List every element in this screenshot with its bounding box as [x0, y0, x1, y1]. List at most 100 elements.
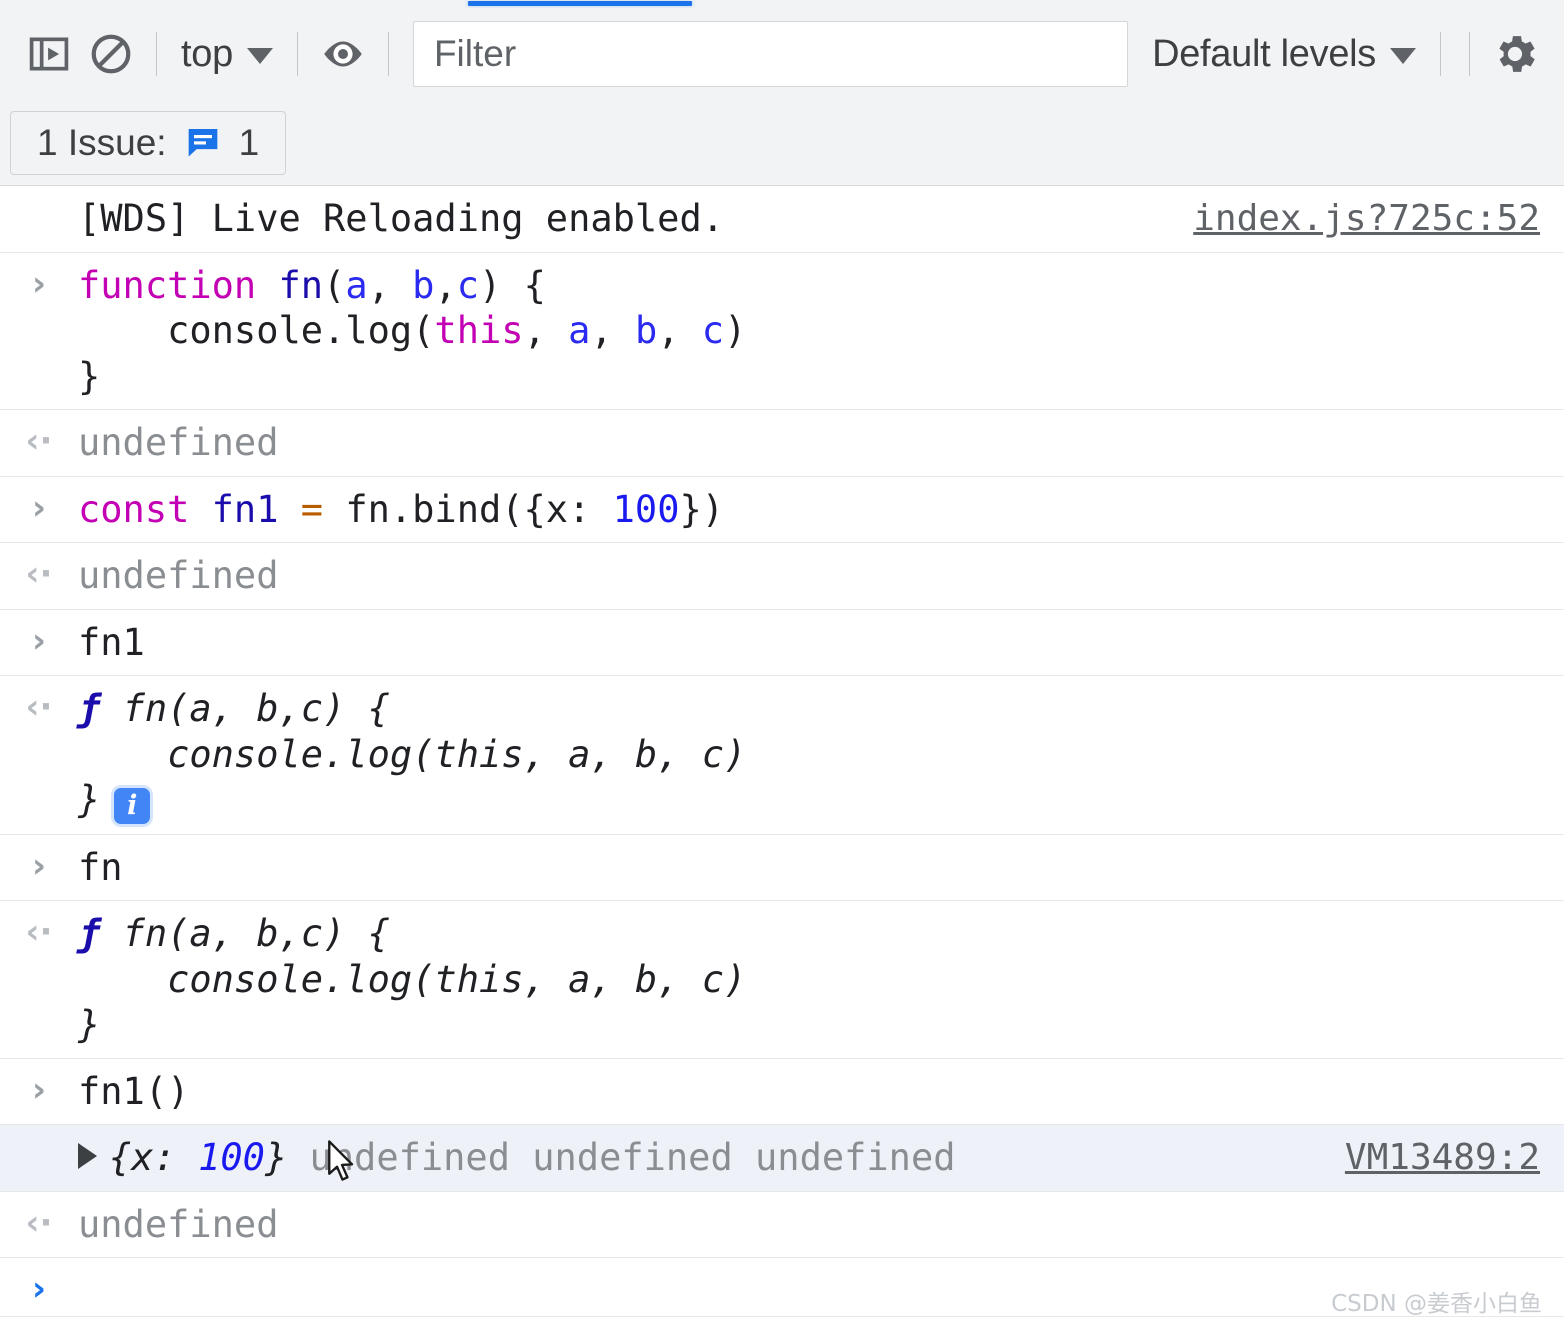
- console-toolbar: top Default levels: [0, 8, 1564, 100]
- console-row[interactable]: › const fn1 = fn.bind({x: 100}): [0, 477, 1564, 543]
- code-token: const: [78, 487, 212, 531]
- sidebar-panel-icon[interactable]: [18, 23, 80, 85]
- code-token: fn(a, b,c) {: [122, 687, 390, 730]
- code-token: undefined: [78, 421, 279, 464]
- code-token: 100: [612, 487, 680, 531]
- console-row-gutter: ›: [0, 620, 78, 658]
- console-row-content: undefined: [78, 553, 1564, 599]
- chevron-down-icon: [1390, 48, 1416, 64]
- code-token: }: [78, 1003, 101, 1047]
- console-row-content: function fn(a, b,c) { console.log(this, …: [78, 263, 1564, 400]
- filter-input[interactable]: [412, 21, 1129, 87]
- console-row-content: fn1: [78, 620, 1564, 666]
- console-row[interactable]: {x: 100} undefined undefined undefined VM…: [0, 1125, 1564, 1192]
- function-glyph-icon: ƒ: [78, 912, 123, 956]
- console-row[interactable]: [WDS] Live Reloading enabled. index.js?72…: [0, 186, 1564, 253]
- code-token: c: [456, 263, 480, 307]
- clear-console-icon-svg: [91, 34, 131, 74]
- code-token: console.log(: [78, 309, 435, 352]
- console-row[interactable]: ‹· ƒ fn(a, b,c) { console.log(this, a, b,…: [0, 676, 1564, 835]
- code-token: console.log(this, a, b, c): [78, 957, 747, 1001]
- input-arrow-icon: ›: [31, 263, 46, 304]
- gear-icon[interactable]: [1484, 23, 1546, 85]
- console-row[interactable]: ‹· ƒ fn(a, b,c) { console.log(this, a, b,…: [0, 901, 1564, 1059]
- output-arrow-icon: ‹·: [25, 421, 53, 461]
- code-token: =: [300, 487, 324, 531]
- log-levels-label: Default levels: [1152, 32, 1376, 75]
- output-arrow-icon: ‹·: [25, 1202, 53, 1243]
- issues-prefix-label: 1 Issue:: [37, 121, 167, 163]
- code-token: }: [78, 354, 101, 398]
- console-row-gutter: ›: [0, 487, 78, 525]
- code-token: ): [724, 309, 747, 352]
- code-token: function: [78, 263, 279, 307]
- code-token: ,: [523, 309, 569, 352]
- code-token: a: [345, 263, 368, 307]
- code-token: }: [78, 778, 101, 821]
- console-row-content: ƒ fn(a, b,c) { console.log(this, a, b, c…: [78, 686, 1564, 824]
- console-row-gutter: [0, 196, 78, 200]
- console-row-content: fn: [78, 845, 1564, 891]
- console-row[interactable]: ›: [0, 1258, 1564, 1318]
- console-row-gutter: ‹·: [0, 686, 78, 724]
- gear-icon-svg: [1499, 36, 1535, 72]
- toolbar-divider: [156, 32, 157, 76]
- console-row[interactable]: ‹· undefined: [0, 1192, 1564, 1259]
- toolbar-divider: [1440, 32, 1441, 76]
- console-row-content: undefined: [78, 1202, 1564, 1248]
- code-token: undefined: [78, 554, 279, 597]
- console-row[interactable]: › fn: [0, 835, 1564, 902]
- console-row[interactable]: ‹· undefined: [0, 543, 1564, 610]
- code-token: b: [412, 263, 435, 307]
- eye-icon[interactable]: [312, 23, 374, 85]
- console-row-gutter: ›: [0, 1268, 78, 1306]
- source-location-link[interactable]: index.js?725c:52: [1193, 198, 1540, 239]
- code-token: fn1(): [78, 1069, 190, 1113]
- code-token: this: [434, 309, 524, 352]
- code-token: 100: [198, 1136, 265, 1180]
- issue-speech-bubble-icon-svg: [188, 128, 217, 156]
- code-token: fn.bind({x:: [323, 487, 613, 531]
- toolbar-divider: [296, 32, 298, 76]
- console-row-content: {x: 100} undefined undefined undefined: [78, 1135, 1564, 1181]
- console-output[interactable]: [WDS] Live Reloading enabled. index.js?72…: [0, 186, 1564, 1332]
- console-row-content: const fn1 = fn.bind({x: 100}): [78, 487, 1564, 533]
- console-row[interactable]: › function fn(a, b,c) { console.log(this,…: [0, 253, 1564, 410]
- disclosure-triangle-icon[interactable]: [78, 1143, 97, 1170]
- console-row-content: undefined: [78, 420, 1564, 466]
- code-token: c: [701, 309, 725, 352]
- source-location-link[interactable]: VM13489:2: [1345, 1137, 1540, 1178]
- console-row-content: ƒ fn(a, b,c) { console.log(this, a, b, c…: [78, 911, 1564, 1048]
- active-tab-indicator: [468, 1, 692, 6]
- code-token: fn(a, b,c) {: [122, 912, 390, 956]
- info-badge-icon[interactable]: i: [114, 787, 151, 824]
- eye-icon-svg: [324, 41, 362, 67]
- output-arrow-icon: ‹·: [25, 687, 53, 727]
- code-token: console.log(this, a, b, c): [78, 732, 747, 776]
- code-token: undefined: [78, 1202, 279, 1246]
- toolbar-divider: [387, 32, 389, 76]
- sidebar-panel-icon-svg: [29, 37, 69, 71]
- console-row[interactable]: › fn1(): [0, 1059, 1564, 1126]
- code-token: fn: [278, 263, 324, 307]
- console-row-gutter: ›: [0, 1069, 78, 1107]
- code-token: {x:: [109, 1136, 199, 1180]
- log-levels-selector[interactable]: Default levels: [1142, 24, 1426, 84]
- code-token: ,: [434, 263, 457, 307]
- console-row[interactable]: › fn1: [0, 610, 1564, 676]
- input-arrow-icon: ›: [31, 487, 46, 528]
- context-selector[interactable]: top: [171, 24, 283, 84]
- issues-bar: 1 Issue: 1: [0, 100, 1564, 186]
- prompt-arrow-icon: ›: [31, 1269, 46, 1310]
- code-token: ,: [590, 309, 635, 352]
- clear-console-icon[interactable]: [80, 23, 142, 85]
- console-row-gutter: [0, 1135, 78, 1139]
- console-row-gutter: ›: [0, 263, 78, 301]
- chevron-down-icon: [246, 48, 273, 64]
- input-arrow-icon: ›: [31, 845, 46, 886]
- issues-chip[interactable]: 1 Issue: 1: [10, 110, 287, 175]
- console-row[interactable]: ‹· undefined: [0, 410, 1564, 477]
- console-row-gutter: ‹·: [0, 420, 78, 458]
- console-row-gutter: ›: [0, 845, 78, 883]
